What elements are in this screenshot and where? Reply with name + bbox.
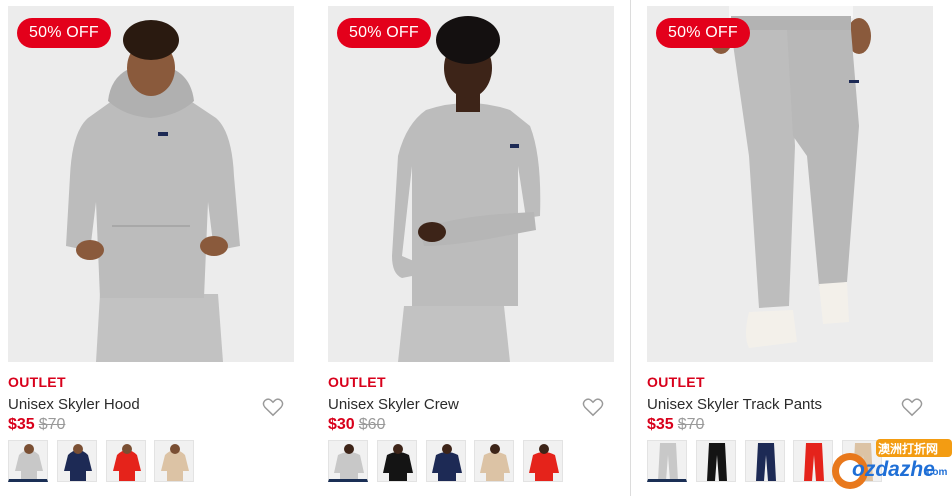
color-swatch-black[interactable] <box>377 440 417 482</box>
color-swatch-red[interactable] <box>523 440 563 482</box>
discount-badge: 50% OFF <box>337 18 431 48</box>
original-price: $60 <box>358 416 386 433</box>
product-name[interactable]: Unisex Skyler Crew <box>328 396 459 413</box>
outlet-label: OUTLET <box>647 374 705 390</box>
color-swatch-navy[interactable] <box>745 440 785 482</box>
color-swatch-black[interactable] <box>696 440 736 482</box>
product-card[interactable]: 50% OFF OUTLET Unisex Skyler Track Pants… <box>647 0 933 496</box>
watermark-text: ozdazhe <box>852 458 935 481</box>
color-swatch-navy[interactable] <box>57 440 97 482</box>
price: $35 $70 <box>647 416 704 434</box>
product-card[interactable]: 50% OFF OUTLET Unisex Skyler Hood $35 $70 <box>8 0 294 496</box>
color-swatch-beige[interactable] <box>154 440 194 482</box>
color-swatch-grey[interactable] <box>647 440 687 482</box>
price: $35 $70 <box>8 416 65 434</box>
watermark-suffix: .com <box>924 467 948 478</box>
outlet-label: OUTLET <box>328 374 386 390</box>
color-swatch-grey[interactable] <box>328 440 368 482</box>
sale-price: $35 <box>8 416 35 433</box>
product-name[interactable]: Unisex Skyler Track Pants <box>647 396 822 413</box>
original-price: $70 <box>38 416 66 433</box>
discount-badge: 50% OFF <box>656 18 750 48</box>
product-card[interactable]: 50% OFF OUTLET Unisex Skyler Crew $30 $60 <box>328 0 614 496</box>
product-image[interactable]: 50% OFF <box>647 6 933 362</box>
product-image[interactable]: 50% OFF <box>328 6 614 362</box>
heart-icon[interactable] <box>262 397 284 417</box>
color-swatch-beige[interactable] <box>474 440 514 482</box>
discount-badge: 50% OFF <box>17 18 111 48</box>
color-swatch-grey[interactable] <box>8 440 48 482</box>
color-swatch-red[interactable] <box>106 440 146 482</box>
watermark-logo: 澳洲打折网 ozdazhe .com <box>820 437 952 496</box>
original-price: $70 <box>677 416 705 433</box>
outlet-label: OUTLET <box>8 374 66 390</box>
heart-icon[interactable] <box>582 397 604 417</box>
product-name[interactable]: Unisex Skyler Hood <box>8 396 140 413</box>
watermark-badge-text: 澳洲打折网 <box>878 442 939 456</box>
heart-icon[interactable] <box>901 397 923 417</box>
sale-price: $30 <box>328 416 355 433</box>
card-divider <box>630 0 631 496</box>
price: $30 $60 <box>328 416 385 434</box>
product-image[interactable]: 50% OFF <box>8 6 294 362</box>
sale-price: $35 <box>647 416 674 433</box>
color-swatch-navy[interactable] <box>426 440 466 482</box>
